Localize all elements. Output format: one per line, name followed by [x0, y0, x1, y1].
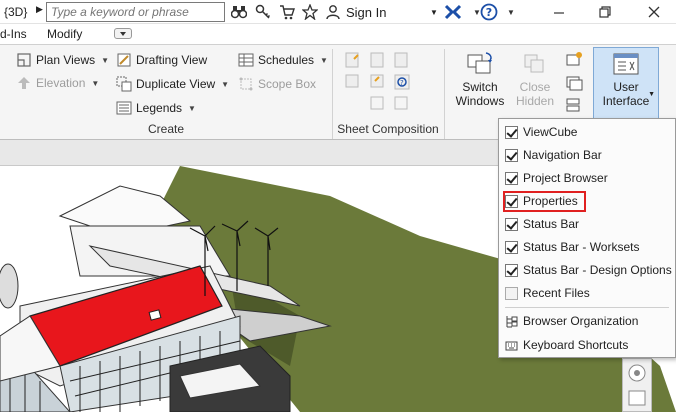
sheet-composition-icons: ?	[344, 51, 420, 117]
elevation-button[interactable]: Elevation ▼	[16, 75, 99, 91]
window-arrange-icons[interactable]	[564, 51, 584, 117]
checkbox-unchecked[interactable]	[505, 286, 518, 300]
checkbox-checked[interactable]	[505, 148, 518, 162]
close-hidden-icon	[521, 51, 549, 77]
duplicate-view-button[interactable]: Duplicate View ▼	[116, 76, 229, 92]
menu-item-project-browser[interactable]: Project Browser	[505, 168, 673, 188]
menu-item-navigation-bar[interactable]: Navigation Bar	[505, 145, 673, 165]
ribbon-minimize-toggle[interactable]	[114, 28, 132, 39]
sheet-composition-panel-title: Sheet Composition	[337, 122, 439, 136]
title-bar: {3D} ▶ Sign In ▼ ▼ ? ▼	[0, 0, 676, 24]
browser-organization-icon	[505, 315, 518, 328]
minimize-icon[interactable]	[550, 3, 568, 21]
keyboard-shortcuts-icon	[505, 339, 518, 352]
plan-views-dropdown-icon: ▼	[101, 55, 110, 65]
switch-windows-icon	[466, 51, 494, 77]
search-input[interactable]	[47, 3, 224, 21]
svg-text:?: ?	[486, 6, 492, 19]
help-icon[interactable]: ?	[480, 3, 498, 21]
checkbox-checked[interactable]	[505, 240, 518, 254]
binoculars-icon[interactable]	[230, 3, 248, 21]
schedules-icon	[238, 52, 254, 68]
menu-item-keyboard-shortcuts[interactable]: Keyboard Shortcuts	[505, 335, 673, 355]
legends-icon	[116, 100, 132, 116]
menu-item-recent-files[interactable]: Recent Files	[505, 283, 673, 303]
user-interface-button[interactable]: User Interface ▼	[593, 47, 659, 119]
restore-icon[interactable]	[596, 3, 614, 21]
ribbon-tabs: d-Ins Modify	[0, 24, 676, 44]
menu-separator	[505, 307, 669, 308]
user-interface-menu: ViewCube Navigation Bar Project Browser …	[498, 118, 676, 358]
user-interface-icon	[612, 51, 640, 77]
play-arrow-icon[interactable]: ▶	[36, 4, 43, 15]
scope-box-icon	[238, 76, 254, 92]
panel-separator	[444, 49, 445, 139]
create-panel-title: Create	[147, 122, 185, 136]
schedules-button[interactable]: Schedules ▼	[238, 52, 328, 68]
sign-in-dropdown-icon[interactable]: ▼	[430, 8, 438, 17]
svg-text:?: ?	[400, 79, 404, 87]
schedules-dropdown-icon: ▼	[320, 55, 328, 65]
close-hidden-button[interactable]: Close Hidden	[510, 51, 560, 108]
checkbox-checked[interactable]	[505, 263, 518, 277]
key-icon[interactable]	[254, 3, 272, 21]
menu-item-browser-organization[interactable]: Browser Organization	[505, 311, 673, 331]
plan-views-icon	[16, 52, 32, 68]
close-icon[interactable]	[645, 3, 663, 21]
elevation-icon	[16, 75, 32, 91]
navigation-bar[interactable]	[622, 358, 652, 412]
exchange-apps-icon[interactable]	[444, 3, 462, 21]
view-name: {3D}	[4, 5, 28, 19]
menu-item-status-bar[interactable]: Status Bar	[505, 214, 673, 234]
duplicate-view-icon	[116, 76, 132, 92]
scope-box-button[interactable]: Scope Box	[238, 76, 316, 92]
drafting-view-icon	[116, 52, 132, 68]
menu-item-status-bar-design-options[interactable]: Status Bar - Design Options	[505, 260, 673, 280]
checkbox-checked[interactable]	[505, 171, 518, 185]
elevation-dropdown-icon: ▼	[91, 78, 100, 88]
sign-in-link[interactable]: Sign In	[346, 5, 386, 20]
tab-modify[interactable]: Modify	[47, 27, 82, 41]
drafting-view-button[interactable]: Drafting View	[116, 52, 207, 68]
duplicate-view-dropdown-icon: ▼	[221, 79, 230, 89]
tab-add-ins[interactable]: d-Ins	[0, 27, 27, 41]
user-interface-dropdown-icon: ▼	[648, 91, 655, 98]
cart-icon[interactable]	[278, 3, 296, 21]
checkbox-checked[interactable]	[505, 217, 518, 231]
user-icon[interactable]	[324, 3, 342, 21]
plan-views-button[interactable]: Plan Views ▼	[16, 52, 109, 68]
switch-windows-button[interactable]: Switch Windows	[453, 51, 507, 108]
search-box[interactable]	[46, 2, 225, 22]
help-dropdown-icon[interactable]: ▼	[502, 3, 520, 21]
legends-button[interactable]: Legends ▼	[116, 100, 196, 116]
menu-item-viewcube[interactable]: ViewCube	[505, 122, 673, 142]
star-icon[interactable]	[301, 3, 319, 21]
properties-highlight-box	[503, 191, 586, 212]
checkbox-checked[interactable]	[505, 125, 518, 139]
legends-dropdown-icon: ▼	[188, 103, 196, 113]
menu-item-status-bar-worksets[interactable]: Status Bar - Worksets	[505, 237, 673, 257]
